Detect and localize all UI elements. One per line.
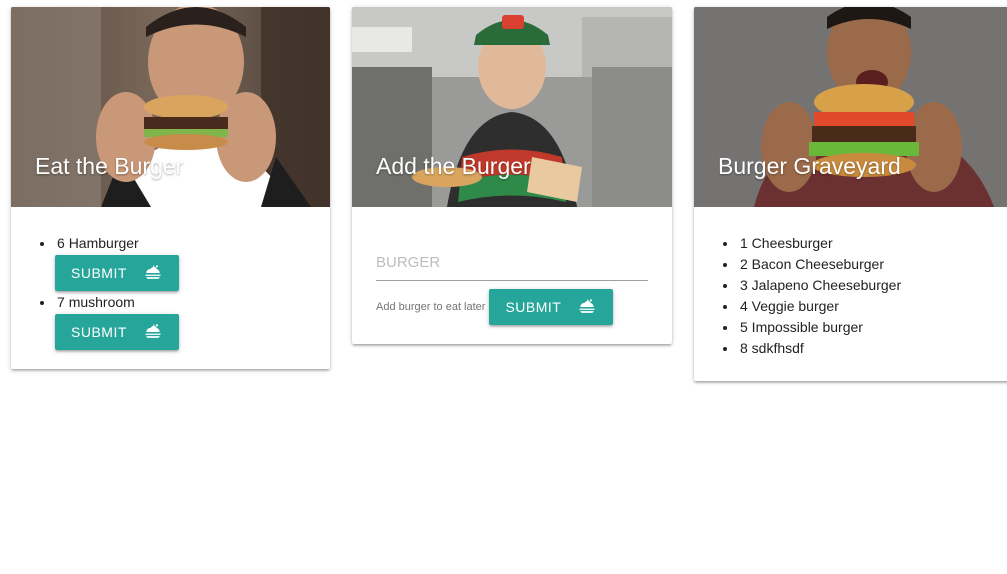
eat-burger-card-image: Eat the Burger	[11, 7, 330, 207]
burger-graveyard-content: 1 Cheesburger 2 Bacon Cheeseburger 3 Jal…	[694, 207, 1007, 379]
burger-id: 6	[57, 235, 65, 251]
devoured-burger-text: 3 Jalapeno Cheeseburger	[740, 277, 902, 293]
devoured-burger-text: 1 Cheesburger	[740, 235, 833, 251]
devoured-burger-text: 2 Bacon Cheeseburger	[740, 256, 884, 272]
add-burger-helper-text: Add burger to eat later	[376, 301, 486, 313]
burger-graveyard-card-image: Burger Graveyard	[694, 7, 1007, 207]
list-item: 7 mushroom SUBMIT	[55, 292, 306, 350]
food-cloche-icon	[143, 322, 163, 342]
list-item: 2 Bacon Cheeseburger	[738, 254, 1000, 275]
devour-button[interactable]: SUBMIT	[55, 314, 179, 350]
food-cloche-icon	[143, 263, 163, 283]
add-burger-submit-button[interactable]: SUBMIT	[489, 289, 614, 325]
list-item: 1 Cheesburger	[738, 233, 1000, 254]
burger-id: 7	[57, 294, 65, 310]
list-item: 3 Jalapeno Cheeseburger	[738, 275, 1000, 296]
burger-input[interactable]	[376, 245, 648, 281]
devoured-burger-list: 1 Cheesburger 2 Bacon Cheeseburger 3 Jal…	[718, 233, 1000, 359]
food-cloche-icon	[577, 297, 597, 317]
list-item: 6 Hamburger SUBMIT	[55, 233, 306, 291]
add-burger-content: Add burger to eat later SUBMIT	[352, 207, 672, 344]
eat-burger-card: Eat the Burger 6 Hamburger SUBMIT 7 mush…	[11, 7, 330, 369]
devoured-burger-text: 4 Veggie burger	[740, 298, 839, 314]
devour-button-label: SUBMIT	[71, 324, 127, 340]
add-burger-card: Add the Burger Add burger to eat later S…	[352, 7, 672, 344]
devoured-burger-text: 8 sdkfhsdf	[740, 340, 804, 356]
burger-name: Hamburger	[68, 235, 139, 251]
burger-input-field	[376, 245, 648, 281]
devour-button[interactable]: SUBMIT	[55, 255, 179, 291]
list-item: 8 sdkfhsdf	[738, 338, 1000, 359]
add-burger-card-image: Add the Burger	[352, 7, 672, 207]
uneaten-burger-list: 6 Hamburger SUBMIT 7 mushroom SUBMIT	[35, 233, 306, 350]
list-item: 5 Impossible burger	[738, 317, 1000, 338]
burger-graveyard-card: Burger Graveyard 1 Cheesburger 2 Bacon C…	[694, 7, 1007, 381]
add-burger-actions: Add burger to eat later SUBMIT	[376, 289, 648, 325]
devour-button-label: SUBMIT	[71, 265, 127, 281]
add-burger-title: Add the Burger	[376, 153, 531, 179]
burger-graveyard-title: Burger Graveyard	[718, 153, 901, 179]
eat-burger-title: Eat the Burger	[35, 153, 184, 179]
add-burger-submit-label: SUBMIT	[505, 299, 562, 315]
list-item: 4 Veggie burger	[738, 296, 1000, 317]
devoured-burger-text: 5 Impossible burger	[740, 319, 863, 335]
burger-name: mushroom	[68, 294, 135, 310]
eat-burger-content: 6 Hamburger SUBMIT 7 mushroom SUBMIT	[11, 207, 330, 369]
